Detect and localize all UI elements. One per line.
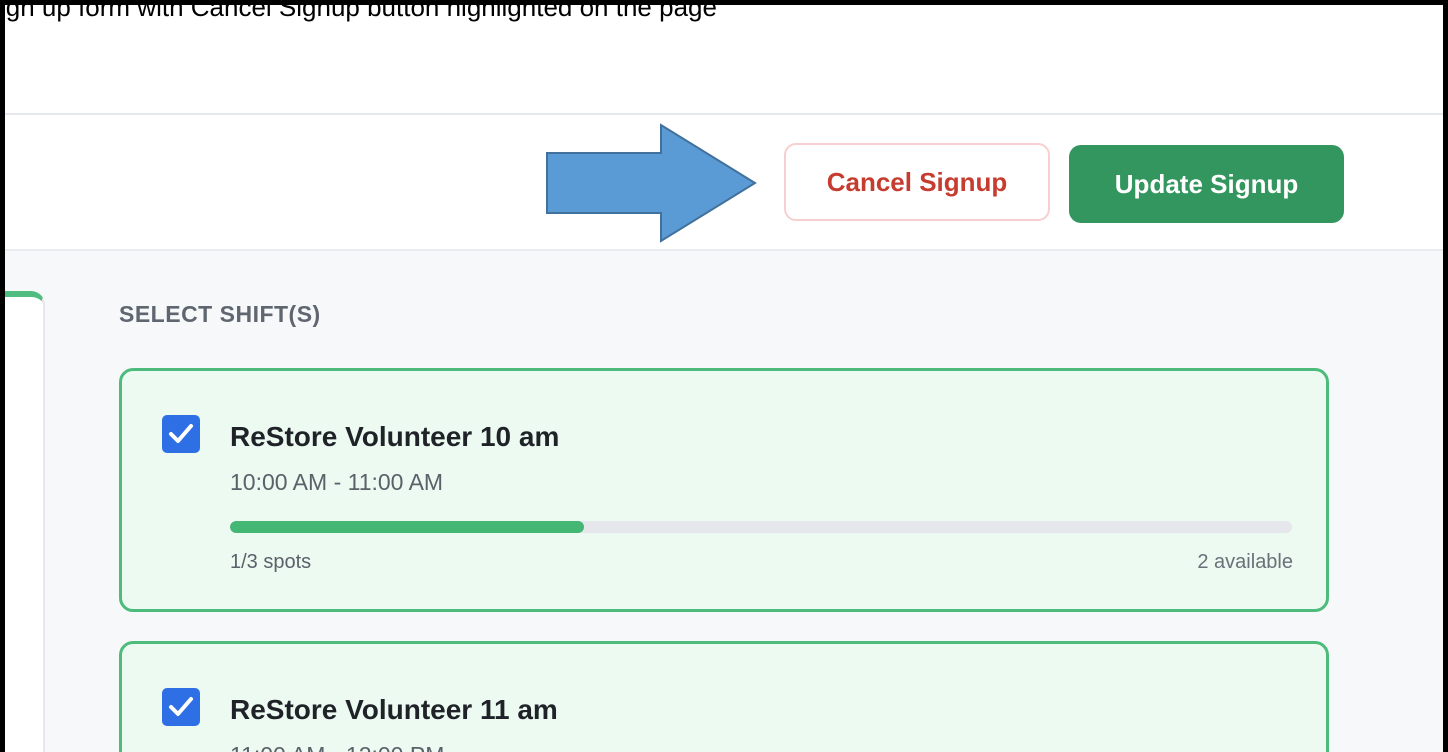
shift-time: 11:00 AM - 12:00 PM	[230, 742, 444, 752]
shift-card[interactable]: ReStore Volunteer 10 am 10:00 AM - 11:00…	[119, 368, 1329, 612]
shift-checkbox[interactable]	[162, 688, 200, 726]
section-title: SELECT SHIFT(S)	[119, 301, 321, 327]
spots-count: 1/3 spots	[230, 551, 312, 573]
check-icon	[169, 424, 193, 443]
check-icon	[169, 697, 193, 716]
arrow-right-icon	[546, 123, 757, 243]
shift-checkbox[interactable]	[162, 415, 200, 453]
shift-card[interactable]: ReStore Volunteer 11 am 11:00 AM - 12:00…	[119, 641, 1329, 752]
spots-available: 2 available	[1197, 551, 1293, 573]
capacity-bar	[230, 521, 1292, 533]
shift-time: 10:00 AM - 11:00 AM	[230, 469, 444, 495]
page-caption: ign up form with Cancel Signup button hi…	[0, 0, 717, 22]
shift-name: ReStore Volunteer 10 am	[230, 421, 560, 452]
left-panel	[5, 291, 45, 752]
capacity-bar-fill	[230, 521, 584, 533]
cancel-signup-button[interactable]: Cancel Signup	[784, 143, 1050, 221]
screenshot-frame: Cancel Signup Update Signup SELECT SHIFT…	[0, 0, 1448, 752]
update-signup-button[interactable]: Update Signup	[1069, 145, 1344, 223]
shift-name: ReStore Volunteer 11 am	[230, 694, 558, 725]
